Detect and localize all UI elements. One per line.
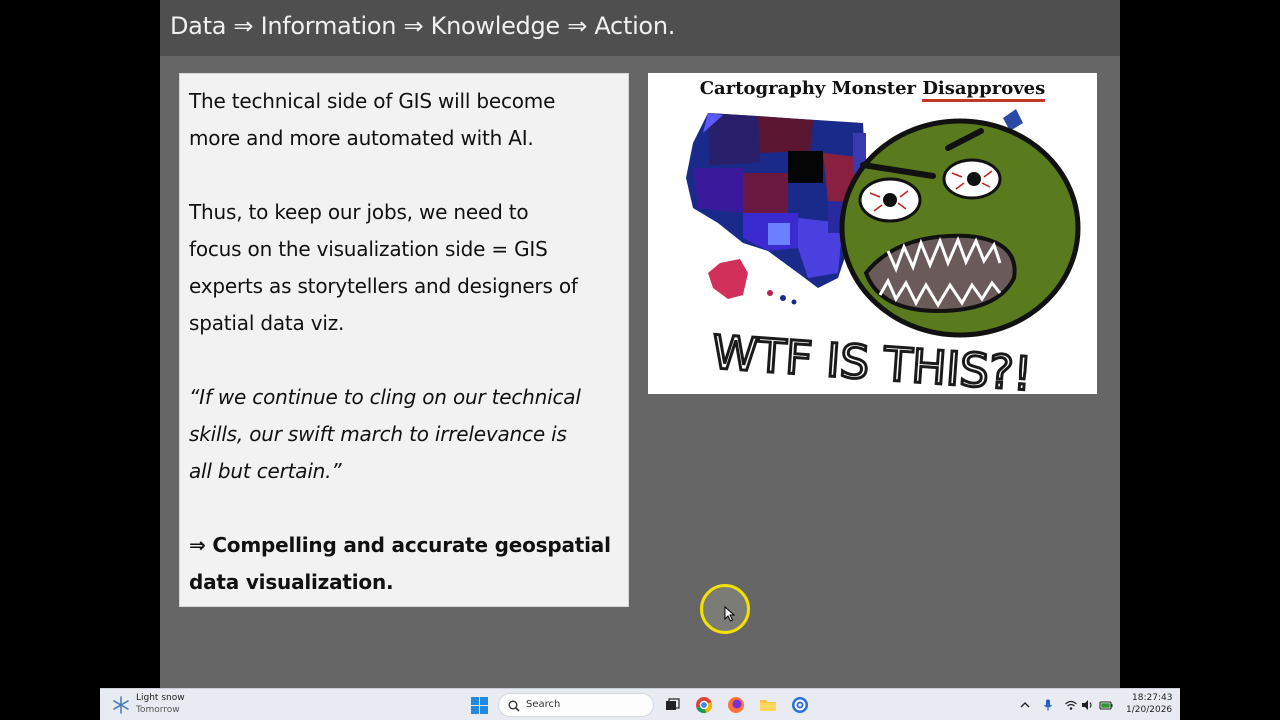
battery-icon[interactable] bbox=[1099, 698, 1113, 712]
slide-title: Data ⇒ Information ⇒ Knowledge ⇒ Action. bbox=[170, 12, 676, 40]
weather-when[interactable]: Tomorrow bbox=[136, 705, 180, 715]
windows-start-icon[interactable] bbox=[471, 697, 488, 714]
quote-line: all but certain.” bbox=[189, 459, 342, 483]
clock-date[interactable]: 1/20/2026 bbox=[1126, 705, 1172, 715]
meme-caption-underlined: Disapproves bbox=[922, 78, 1046, 102]
taskview-icon[interactable] bbox=[662, 695, 682, 715]
meme-illustration: WTF IS THIS?! bbox=[686, 109, 1081, 394]
search-label: Search bbox=[526, 699, 561, 710]
volume-icon[interactable] bbox=[1080, 698, 1094, 712]
paragraph-line: spatial data viz. bbox=[189, 311, 345, 335]
text-box: The technical side of GIS will become mo… bbox=[179, 73, 629, 607]
paragraph-line: focus on the visualization side = GIS bbox=[189, 237, 548, 261]
file-explorer-icon[interactable] bbox=[758, 695, 778, 715]
active-app-icon[interactable] bbox=[790, 695, 810, 715]
chrome-icon[interactable] bbox=[694, 695, 714, 715]
paragraph-line: experts as storytellers and designers of bbox=[189, 274, 578, 298]
monster-head bbox=[839, 118, 1081, 338]
cartography-monster-meme: WTF IS THIS?! Cartography Monster Disapp… bbox=[648, 73, 1097, 394]
conclusion-line: data visualization. bbox=[189, 570, 394, 594]
quote-line: “If we continue to cling on our technica… bbox=[189, 385, 581, 409]
chevron-up-icon[interactable] bbox=[1018, 698, 1032, 712]
paragraph-line: Thus, to keep our jobs, we need to bbox=[189, 200, 529, 224]
search-icon bbox=[508, 700, 520, 712]
taskbar: Light snow Tomorrow Search 18:27:43 1/20… bbox=[100, 688, 1180, 720]
meme-caption: Cartography Monster Disapproves bbox=[648, 78, 1097, 102]
slide: Data ⇒ Information ⇒ Knowledge ⇒ Action.… bbox=[160, 0, 1120, 688]
clock-time[interactable]: 18:27:43 bbox=[1132, 693, 1172, 703]
paragraph-line: more and more automated with AI. bbox=[189, 126, 534, 150]
wifi-icon[interactable] bbox=[1064, 698, 1078, 712]
firefox-icon[interactable] bbox=[726, 695, 746, 715]
meme-exclamation: WTF IS THIS?! bbox=[710, 325, 1033, 394]
paragraph-line: The technical side of GIS will become bbox=[189, 89, 556, 113]
taskbar-search[interactable]: Search bbox=[498, 693, 654, 717]
mouse-pointer-icon bbox=[724, 606, 736, 622]
microphone-icon[interactable] bbox=[1041, 698, 1055, 712]
quote-line: skills, our swift march to irrelevance i… bbox=[189, 422, 567, 446]
snowflake-icon[interactable] bbox=[112, 696, 130, 714]
conclusion-line: ⇒ Compelling and accurate geospatial bbox=[189, 533, 611, 557]
weather-condition[interactable]: Light snow bbox=[136, 693, 185, 703]
meme-caption-text: Cartography Monster bbox=[699, 78, 923, 99]
slide-header: Data ⇒ Information ⇒ Knowledge ⇒ Action. bbox=[160, 0, 1120, 56]
